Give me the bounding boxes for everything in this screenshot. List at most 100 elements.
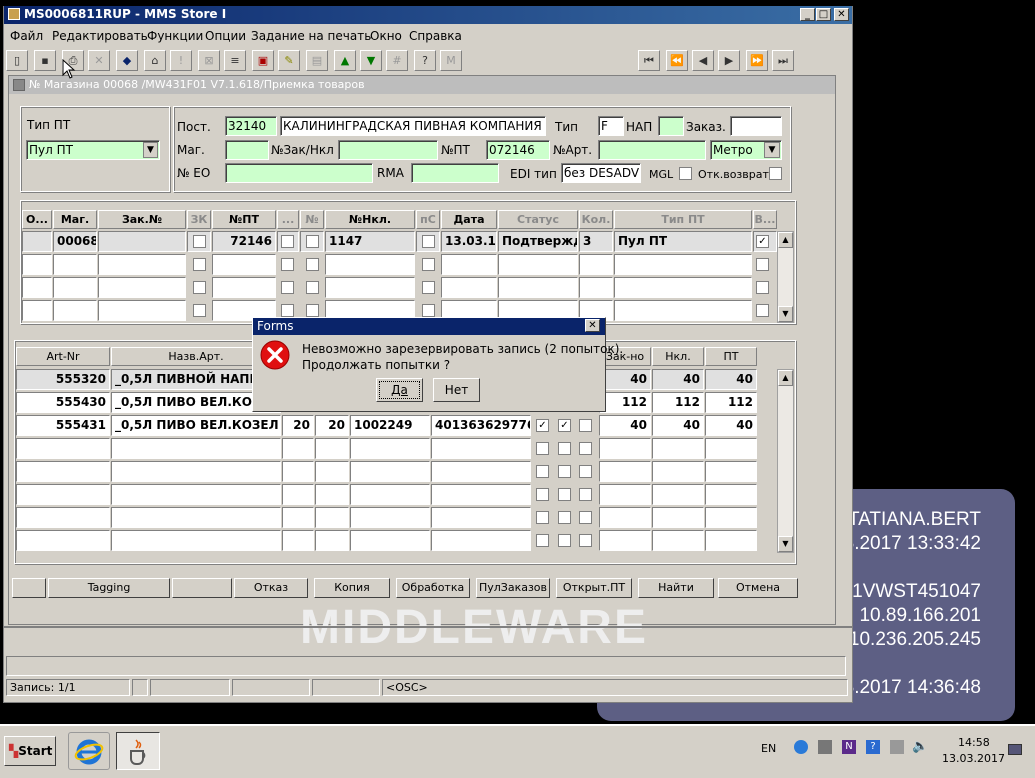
volume-tray-icon[interactable]: 🔈 bbox=[912, 739, 928, 754]
scroll-up-icon[interactable]: ▲ bbox=[778, 232, 793, 248]
menu-help[interactable]: Справка bbox=[409, 29, 462, 43]
open-icon[interactable]: ⌂ bbox=[144, 50, 166, 71]
copy-button[interactable]: Копия bbox=[314, 578, 390, 598]
cancel-form-button[interactable]: Отмена bbox=[718, 578, 798, 598]
mp-icon[interactable]: M bbox=[440, 50, 462, 71]
col-npt[interactable]: №ПТ bbox=[212, 210, 276, 229]
col-tip[interactable]: Тип ПТ bbox=[614, 210, 752, 229]
menu-options[interactable]: Опции bbox=[205, 29, 246, 43]
row-flag2-checkbox[interactable]: ✓ bbox=[558, 419, 571, 432]
tagging-button[interactable]: Tagging bbox=[48, 578, 170, 598]
col-nkl[interactable]: №Нкл. bbox=[325, 210, 415, 229]
start-button[interactable]: ▚Start bbox=[4, 736, 56, 766]
scroll-up-icon[interactable]: ▲ bbox=[778, 370, 793, 386]
neo-field[interactable] bbox=[225, 163, 373, 183]
minimize-button[interactable]: _ bbox=[800, 8, 815, 21]
menu-file[interactable]: Файл bbox=[10, 29, 43, 43]
edi-field[interactable]: без DESADV bbox=[561, 163, 641, 183]
maximize-button[interactable]: □ bbox=[816, 8, 831, 21]
tip-field[interactable]: F bbox=[598, 116, 624, 136]
npt-field[interactable]: 072146 bbox=[486, 140, 550, 160]
col-kol[interactable]: Кол. bbox=[579, 210, 613, 229]
form-title-bar[interactable]: № Магазина 00068 /MW431F01 V7.1.618/Прие… bbox=[9, 76, 835, 94]
row-v-checkbox[interactable]: ✓ bbox=[756, 235, 769, 248]
col-nkl2[interactable]: Нкл. bbox=[652, 347, 704, 366]
alert-icon[interactable]: ! bbox=[170, 50, 192, 71]
down-icon[interactable]: ▼ bbox=[360, 50, 382, 71]
chevron-down-icon[interactable]: ▼ bbox=[764, 142, 780, 158]
col-zk[interactable]: ЗК bbox=[187, 210, 211, 229]
first-record-icon[interactable]: ⏮ bbox=[638, 50, 660, 71]
scroll-down-icon[interactable]: ▼ bbox=[778, 306, 793, 322]
col-pt[interactable]: ПТ bbox=[705, 347, 757, 366]
form-icon[interactable]: ▣ bbox=[252, 50, 274, 71]
calc-icon[interactable]: ▤ bbox=[306, 50, 328, 71]
scroll-down-icon[interactable]: ▼ bbox=[778, 536, 793, 552]
zakaz-field[interactable] bbox=[730, 116, 782, 136]
row-zk-checkbox[interactable] bbox=[193, 235, 206, 248]
row-ps-checkbox[interactable] bbox=[422, 235, 435, 248]
java-taskbar-button[interactable] bbox=[116, 732, 160, 770]
next-record-icon[interactable]: ▶ bbox=[718, 50, 740, 71]
col-art-nr[interactable]: Art-Nr bbox=[16, 347, 110, 366]
help-tray-icon[interactable]: ? bbox=[866, 740, 880, 754]
mgl-checkbox[interactable] bbox=[679, 167, 692, 180]
list-icon[interactable]: ≡ bbox=[224, 50, 246, 71]
skype-tray-icon[interactable] bbox=[794, 740, 808, 754]
row-dots-checkbox[interactable] bbox=[281, 235, 294, 248]
lock-icon[interactable]: # bbox=[386, 50, 408, 71]
menu-functions[interactable]: Функции bbox=[147, 29, 203, 43]
chevron-down-icon[interactable]: ▼ bbox=[143, 142, 158, 158]
new-icon[interactable]: ▯ bbox=[6, 50, 28, 71]
process-button[interactable]: Обработка bbox=[396, 578, 470, 598]
help-icon[interactable]: ? bbox=[414, 50, 436, 71]
col-ps[interactable]: пС bbox=[416, 210, 440, 229]
close-button[interactable]: ✕ bbox=[834, 8, 849, 21]
last-record-icon[interactable]: ⏭ bbox=[772, 50, 794, 71]
nap-field[interactable] bbox=[658, 116, 684, 136]
row-flag3-checkbox[interactable] bbox=[579, 419, 592, 432]
tip-pt-select[interactable]: Пул ПТ bbox=[26, 140, 160, 160]
row-flag1-checkbox[interactable]: ✓ bbox=[536, 419, 549, 432]
col-date[interactable]: Дата bbox=[441, 210, 497, 229]
monitor-tray-icon[interactable] bbox=[890, 740, 904, 754]
yes-button[interactable]: Да bbox=[376, 378, 423, 402]
col-mag[interactable]: Маг. bbox=[53, 210, 97, 229]
menu-edit[interactable]: Редактировать bbox=[52, 29, 148, 43]
rma-field[interactable] bbox=[411, 163, 499, 183]
language-indicator[interactable]: EN bbox=[761, 742, 776, 755]
otk-checkbox[interactable] bbox=[769, 167, 782, 180]
cancel-icon[interactable]: ⊠ bbox=[198, 50, 220, 71]
blank-button-2[interactable] bbox=[172, 578, 232, 598]
no-button[interactable]: Нет bbox=[433, 378, 480, 402]
delete-icon[interactable]: ✕ bbox=[88, 50, 110, 71]
reject-button[interactable]: Отказ bbox=[234, 578, 308, 598]
dialog-title-bar[interactable]: Forms ✕ bbox=[253, 318, 605, 335]
show-desktop-icon[interactable] bbox=[1008, 744, 1022, 755]
up-icon[interactable]: ▲ bbox=[334, 50, 356, 71]
pt-grid-scrollbar[interactable]: ▲ ▼ bbox=[777, 231, 794, 323]
col-status[interactable]: Статус bbox=[498, 210, 578, 229]
col-o[interactable]: О... bbox=[22, 210, 52, 229]
note-icon[interactable]: ✎ bbox=[278, 50, 300, 71]
zak-nkl-field[interactable] bbox=[338, 140, 438, 160]
ie-taskbar-button[interactable] bbox=[68, 732, 110, 770]
menu-print[interactable]: Задание на печать bbox=[251, 29, 371, 43]
post-name-field[interactable]: КАЛИНИНГРАДСКАЯ ПИВНАЯ КОМПАНИЯ bbox=[280, 116, 546, 136]
eraser-icon[interactable]: ◆ bbox=[116, 50, 138, 71]
col-v[interactable]: В... bbox=[753, 210, 777, 229]
network-tray-icon[interactable] bbox=[818, 740, 832, 754]
prev-record-icon[interactable]: ◀ bbox=[692, 50, 714, 71]
pool-orders-button[interactable]: ПулЗаказов bbox=[476, 578, 550, 598]
save-icon[interactable]: ▪ bbox=[34, 50, 56, 71]
col-dots[interactable]: ... bbox=[277, 210, 299, 229]
post-code-field[interactable]: 32140 bbox=[225, 116, 277, 136]
col-zak[interactable]: Зак.№ bbox=[98, 210, 186, 229]
col-n[interactable]: № bbox=[300, 210, 324, 229]
articles-grid-scrollbar[interactable]: ▲ ▼ bbox=[777, 369, 794, 553]
row-n-checkbox[interactable] bbox=[306, 235, 319, 248]
dialog-close-button[interactable]: ✕ bbox=[585, 319, 600, 332]
onenote-tray-icon[interactable]: N bbox=[842, 740, 856, 754]
open-pt-button[interactable]: Открыт.ПТ bbox=[556, 578, 632, 598]
next-page-icon[interactable]: ⏩ bbox=[746, 50, 768, 71]
